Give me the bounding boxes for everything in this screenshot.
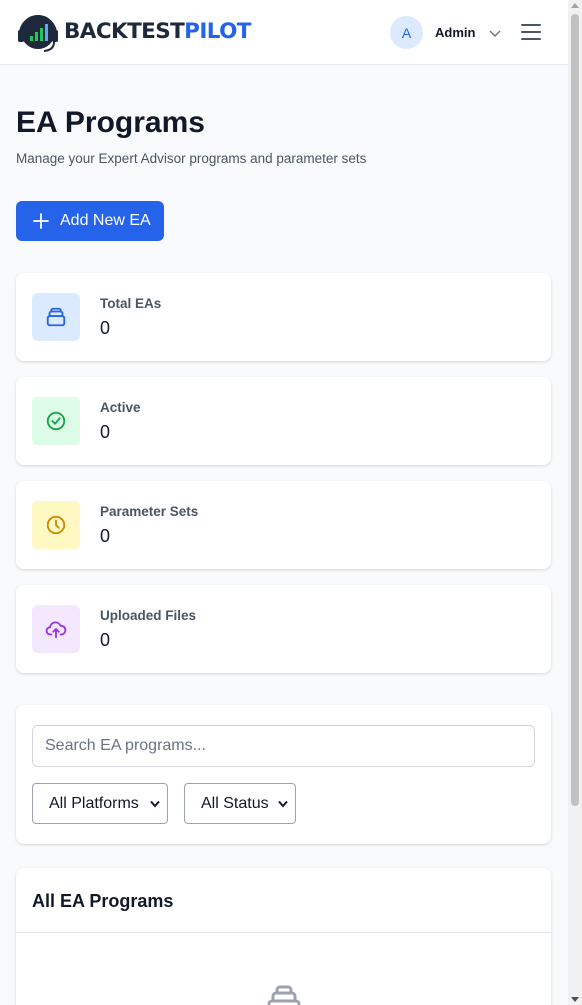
stat-card-uploaded-files: Uploaded Files 0 xyxy=(16,585,551,673)
platform-select-value: All Platforms xyxy=(49,794,139,812)
scroll-down-arrow-icon[interactable] xyxy=(571,997,579,1002)
page-subtitle: Manage your Expert Advisor programs and … xyxy=(16,151,367,166)
add-new-ea-button[interactable]: Add New EA xyxy=(16,201,164,241)
chevron-down-icon xyxy=(278,800,288,808)
scroll-up-arrow-icon[interactable] xyxy=(571,3,579,8)
add-new-ea-label: Add New EA xyxy=(60,212,151,229)
stack-icon xyxy=(264,984,304,1005)
stat-value: 0 xyxy=(100,526,111,546)
status-select[interactable]: All Status xyxy=(184,783,296,824)
clock-icon xyxy=(32,501,80,549)
page-scrollbar[interactable] xyxy=(568,0,582,1005)
status-select-value: All Status xyxy=(201,794,269,812)
stat-card-active: Active 0 xyxy=(16,377,551,465)
stat-value: 0 xyxy=(100,630,111,650)
stat-value: 0 xyxy=(100,422,111,442)
ea-programs-list: All EA Programs xyxy=(16,868,551,1005)
user-menu[interactable]: A Admin xyxy=(390,16,501,49)
plus-icon xyxy=(33,213,49,229)
pilot-logo-icon xyxy=(18,15,58,52)
page-title: EA Programs xyxy=(16,106,205,139)
brand-name: BACKTESTPILOT xyxy=(64,21,251,43)
stat-label: Active xyxy=(100,400,141,415)
stat-card-parameter-sets: Parameter Sets 0 xyxy=(16,481,551,569)
stack-icon xyxy=(32,293,80,341)
stat-value: 0 xyxy=(100,318,111,338)
brand-logo[interactable]: BACKTESTPILOT xyxy=(16,10,251,54)
stat-label: Total EAs xyxy=(100,296,162,311)
brand-name-part2: PILOT xyxy=(184,19,251,45)
check-circle-icon xyxy=(32,397,80,445)
stat-label: Uploaded Files xyxy=(100,608,197,623)
stat-label: Parameter Sets xyxy=(100,504,199,519)
stat-card-total-eas: Total EAs 0 xyxy=(16,273,551,361)
scroll-thumb[interactable] xyxy=(571,14,579,806)
brand-name-part1: BACKTEST xyxy=(64,19,185,45)
divider xyxy=(16,932,551,933)
user-name[interactable]: Admin xyxy=(435,25,475,40)
top-navbar: BACKTESTPILOT A Admin xyxy=(0,0,568,65)
list-title: All EA Programs xyxy=(32,891,174,911)
search-input[interactable] xyxy=(32,725,535,767)
chevron-down-icon xyxy=(150,800,160,808)
cloud-upload-icon xyxy=(32,605,80,653)
filter-panel: All Platforms All Status xyxy=(16,705,551,844)
platform-select[interactable]: All Platforms xyxy=(32,783,168,824)
chevron-down-icon[interactable] xyxy=(489,27,501,39)
hamburger-menu-icon[interactable] xyxy=(521,23,541,41)
avatar[interactable]: A xyxy=(390,16,423,49)
